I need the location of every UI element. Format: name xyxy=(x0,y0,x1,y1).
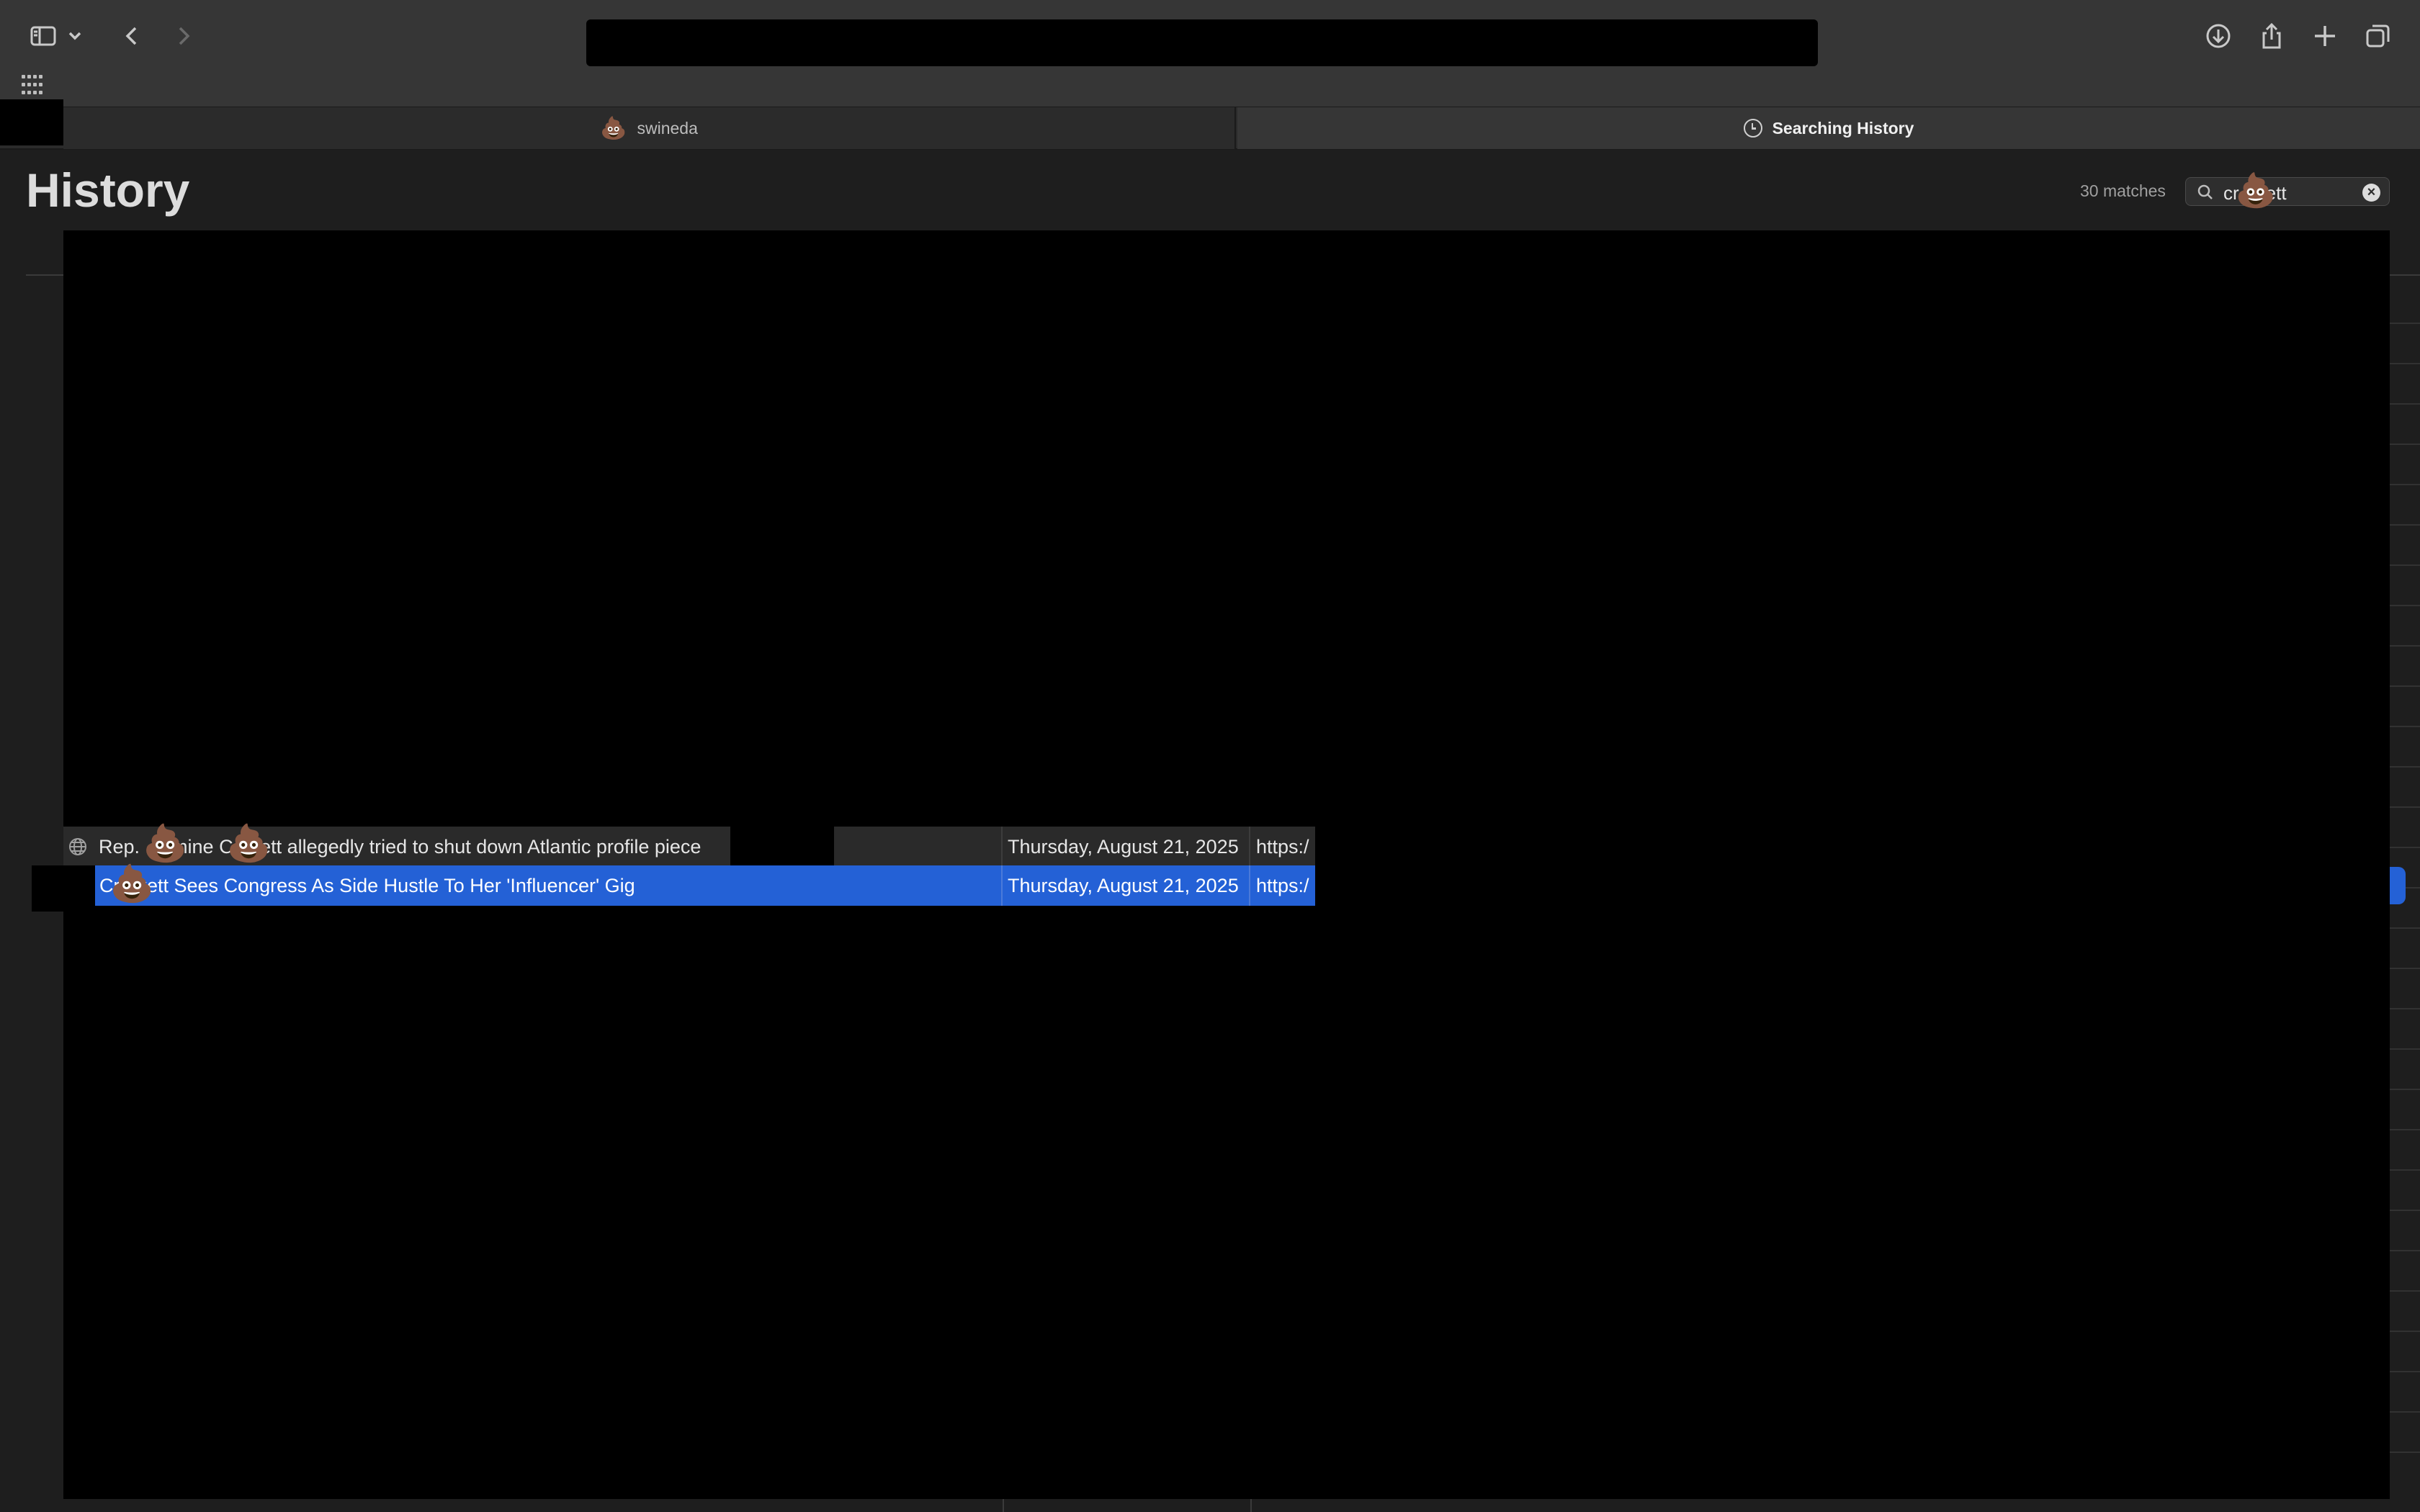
back-icon[interactable] xyxy=(109,13,156,59)
download-icon[interactable] xyxy=(2195,13,2241,59)
toolbar xyxy=(0,0,2420,107)
tab-bar: 💩 swineda Searching History xyxy=(0,107,2420,150)
history-date: Thursday, August 21, 2025 xyxy=(1008,874,1239,896)
history-date: Thursday, August 21, 2025 xyxy=(1008,835,1239,858)
tab-swineda[interactable]: 💩 swineda xyxy=(63,107,1236,149)
redaction-block xyxy=(0,99,63,145)
tab-label: swineda xyxy=(637,118,698,138)
sidebar-icon[interactable] xyxy=(20,13,66,59)
tab-searching-history[interactable]: Searching History xyxy=(1237,107,2420,149)
table-row-selected[interactable]: Cr kett Sees Congress As Side Hustle To H… xyxy=(95,863,1315,906)
poop-emoji-icon: 💩 xyxy=(226,823,272,863)
share-icon[interactable] xyxy=(2249,13,2295,59)
search-input[interactable]: cr kett 💩 × xyxy=(2185,171,2390,209)
selection-highlight xyxy=(2390,867,2406,904)
poop-emoji-icon: 💩 xyxy=(109,863,155,904)
search-icon xyxy=(2197,184,2213,199)
redaction-block xyxy=(32,865,95,912)
match-count: 30 matches xyxy=(2080,181,2166,200)
poop-emoji-icon: 💩 xyxy=(2235,171,2277,209)
page-title: History xyxy=(26,163,190,217)
clear-search-icon[interactable]: × xyxy=(2362,184,2380,202)
poop-emoji-icon: 💩 xyxy=(600,116,627,140)
column-divider xyxy=(1250,1498,1252,1512)
address-bar-redacted[interactable] xyxy=(586,19,1818,66)
poop-emoji-icon: 💩 xyxy=(143,823,188,863)
column-divider xyxy=(1001,865,1003,906)
tabs-overview-icon[interactable] xyxy=(2355,13,2401,59)
tab-label: Searching History xyxy=(1772,118,1914,138)
column-divider xyxy=(1003,1498,1004,1512)
table-row[interactable]: Rep. mine Ckett allegedly tried to shut … xyxy=(63,823,1315,867)
history-url: https:/ xyxy=(1256,874,1309,896)
column-divider xyxy=(1001,827,1003,867)
plus-icon[interactable] xyxy=(2302,13,2348,59)
clock-icon xyxy=(1743,119,1762,138)
forward-icon[interactable] xyxy=(160,13,206,59)
grid-icon[interactable] xyxy=(22,75,43,96)
globe-icon xyxy=(69,838,86,855)
column-divider xyxy=(1249,865,1250,906)
history-url: https:/ xyxy=(1256,835,1309,858)
chevron-down-icon[interactable] xyxy=(60,13,89,59)
history-title: Cr kett Sees Congress As Side Hustle To H… xyxy=(99,874,635,896)
column-divider xyxy=(1249,827,1250,867)
history-title: Rep. mine Ckett allegedly tried to shut … xyxy=(99,835,702,858)
